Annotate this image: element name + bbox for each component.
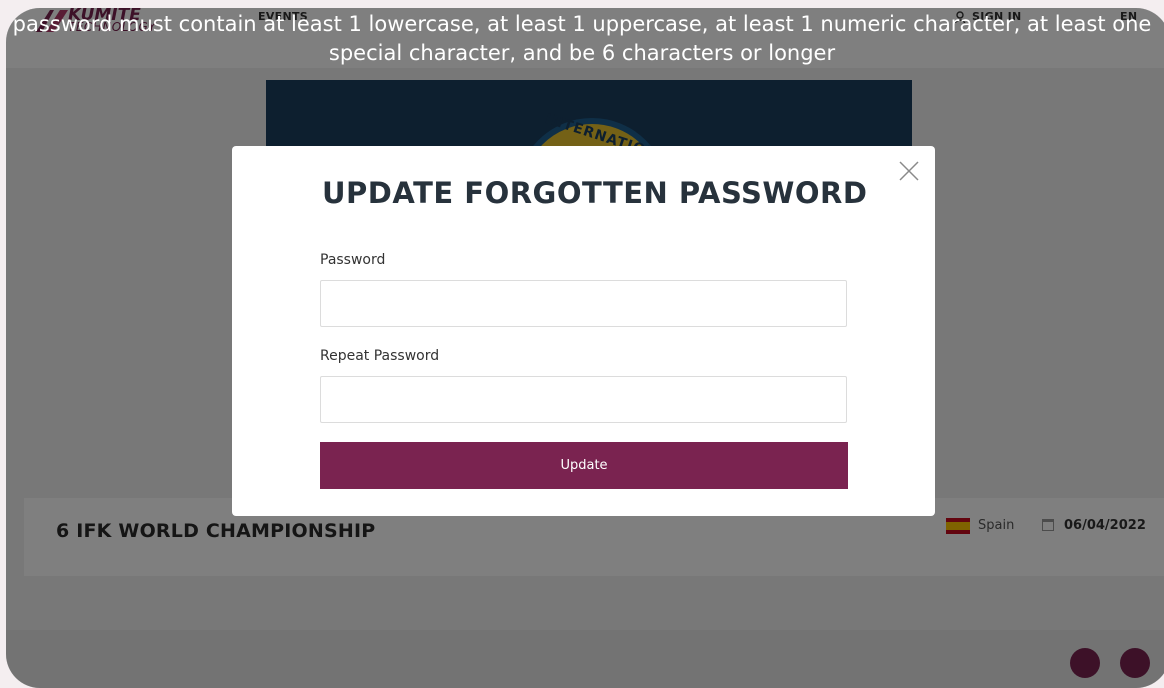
update-password-modal: UPDATE FORGOTTEN PASSWORD Password Repea… xyxy=(232,146,935,516)
password-label: Password xyxy=(320,252,386,268)
repeat-password-input[interactable] xyxy=(320,376,847,423)
password-requirements-caption: password must contain at least 1 lowerca… xyxy=(12,12,1152,65)
close-icon[interactable] xyxy=(896,158,922,184)
repeat-password-label: Repeat Password xyxy=(320,348,440,364)
modal-title: UPDATE FORGOTTEN PASSWORD xyxy=(322,176,868,210)
password-input[interactable] xyxy=(320,280,847,327)
update-button[interactable]: Update xyxy=(320,442,848,489)
